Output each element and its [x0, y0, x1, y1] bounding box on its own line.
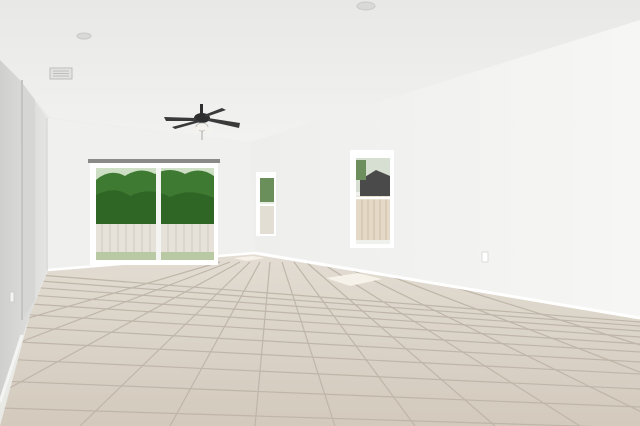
right-window — [350, 150, 394, 248]
recessed-light — [356, 1, 376, 11]
recessed-light — [76, 32, 92, 40]
wall-outlet — [481, 251, 489, 263]
air-vent — [49, 67, 73, 80]
left-window — [256, 172, 276, 236]
sliding-glass-door — [88, 159, 220, 265]
wall-switch — [9, 291, 15, 303]
room-photo — [0, 0, 640, 426]
